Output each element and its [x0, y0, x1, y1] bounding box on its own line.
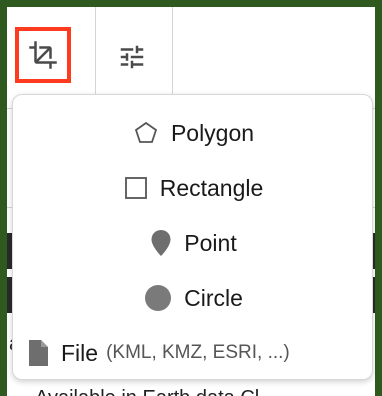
draw-shape-menu: Polygon Rectangle Point Circle File (KML…	[12, 94, 373, 380]
map-pin-icon	[150, 229, 172, 257]
menu-item-label: Circle	[184, 284, 243, 311]
menu-item-label: File	[61, 339, 99, 366]
filter-settings-button[interactable]	[107, 37, 157, 77]
background-text: Available in Earth data Cl	[35, 387, 259, 396]
menu-item-point[interactable]: Point	[13, 217, 374, 269]
menu-item-polygon[interactable]: Polygon	[13, 107, 374, 159]
tune-icon	[117, 42, 147, 72]
crop-tool-button[interactable]	[15, 27, 71, 83]
file-icon	[27, 339, 49, 367]
menu-item-label: Polygon	[170, 119, 255, 146]
menu-item-circle[interactable]: Circle	[13, 272, 374, 324]
circle-icon	[144, 284, 172, 312]
menu-item-label: Point	[184, 229, 237, 256]
crop-icon	[28, 40, 58, 70]
menu-item-rectangle[interactable]: Rectangle	[13, 162, 374, 214]
menu-item-file[interactable]: File (KML, KMZ, ESRI, ...)	[13, 327, 374, 379]
polygon-icon	[133, 120, 159, 146]
menu-item-label: Rectangle	[159, 174, 264, 201]
rectangle-icon	[124, 176, 148, 200]
menu-item-sublabel: (KML, KMZ, ESRI, ...)	[106, 342, 290, 363]
